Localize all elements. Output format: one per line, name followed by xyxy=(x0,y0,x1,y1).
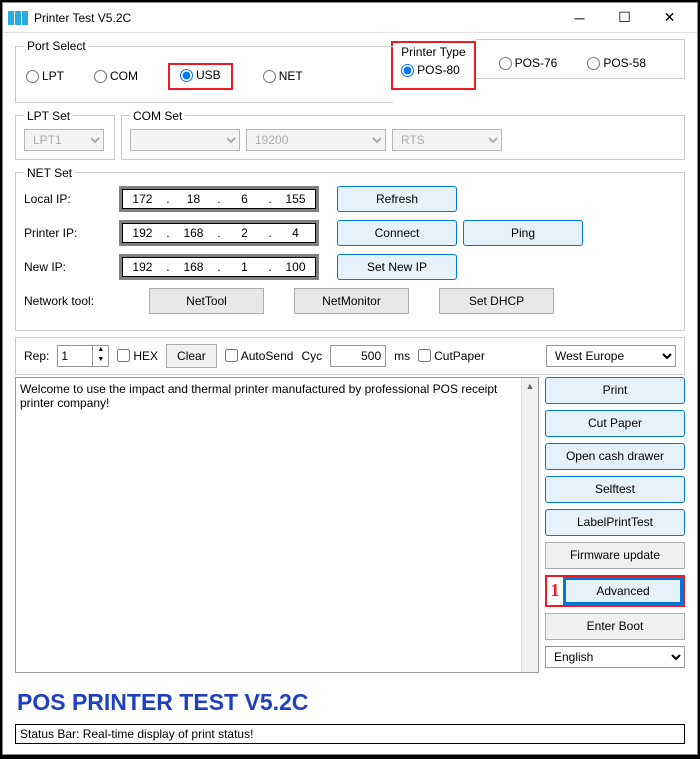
radio-net[interactable]: NET xyxy=(263,69,303,83)
selftest-button[interactable]: Selftest xyxy=(545,476,685,503)
local-ip-field[interactable]: 172.18.6.155 xyxy=(119,186,319,212)
cyc-label: Cyc xyxy=(301,349,322,363)
radio-pos80[interactable]: POS-80 xyxy=(401,63,460,77)
advanced-marker: 1 xyxy=(547,580,563,601)
scrollbar[interactable]: ▲ xyxy=(521,378,538,672)
app-icon xyxy=(8,11,28,25)
page-title: POS PRINTER TEST V5.2C xyxy=(17,689,685,716)
hex-checkbox[interactable]: HEX xyxy=(117,349,158,363)
ms-label: ms xyxy=(394,349,410,363)
com-baud-select: 19200 xyxy=(246,129,386,151)
rep-spinner[interactable]: ▲▼ xyxy=(57,345,109,367)
radio-lpt[interactable]: LPT xyxy=(26,69,64,83)
cutpaper-button[interactable]: Cut Paper xyxy=(545,410,685,437)
new-ip-field[interactable]: 192.168.1.100 xyxy=(119,254,319,280)
radio-pos76[interactable]: POS-76 xyxy=(499,56,558,70)
close-button[interactable]: ✕ xyxy=(647,4,692,32)
printer-ip-field[interactable]: 192.168.2.4 xyxy=(119,220,319,246)
maximize-button[interactable]: ☐ xyxy=(602,4,647,32)
enterboot-button[interactable]: Enter Boot xyxy=(545,613,685,640)
setnewip-button[interactable]: Set New IP xyxy=(337,254,457,280)
com-flow-select: RTS xyxy=(392,129,502,151)
radio-com[interactable]: COM xyxy=(94,69,138,83)
local-ip-label: Local IP: xyxy=(24,192,119,206)
printer-type-legend: Printer Type xyxy=(401,45,465,59)
com-port-select xyxy=(130,129,240,151)
print-button[interactable]: Print xyxy=(545,377,685,404)
language-select[interactable]: English xyxy=(545,646,685,668)
advanced-button[interactable]: Advanced xyxy=(563,577,683,605)
netmonitor-button[interactable]: NetMonitor xyxy=(294,288,409,314)
firmware-button[interactable]: Firmware update xyxy=(545,542,685,569)
drawer-button[interactable]: Open cash drawer xyxy=(545,443,685,470)
new-ip-label: New IP: xyxy=(24,260,119,274)
rep-label: Rep: xyxy=(24,349,49,363)
cutpaper-checkbox[interactable]: CutPaper xyxy=(418,349,485,363)
status-bar: Status Bar: Real-time display of print s… xyxy=(15,724,685,744)
port-select-legend: Port Select xyxy=(24,39,89,53)
text-input[interactable]: Welcome to use the impact and thermal pr… xyxy=(16,378,520,672)
com-set-legend: COM Set xyxy=(130,109,185,123)
labeltest-button[interactable]: LabelPrintTest xyxy=(545,509,685,536)
network-tool-label: Network tool: xyxy=(24,294,119,308)
encoding-select[interactable]: West Europe xyxy=(546,345,676,367)
radio-pos58[interactable]: POS-58 xyxy=(587,56,646,70)
autosend-checkbox[interactable]: AutoSend xyxy=(225,349,294,363)
ping-button[interactable]: Ping xyxy=(463,220,583,246)
nettool-button[interactable]: NetTool xyxy=(149,288,264,314)
clear-button[interactable]: Clear xyxy=(166,344,217,368)
lpt-set-legend: LPT Set xyxy=(24,109,73,123)
setdhcp-button[interactable]: Set DHCP xyxy=(439,288,554,314)
window-title: Printer Test V5.2C xyxy=(34,11,557,25)
titlebar: Printer Test V5.2C ─ ☐ ✕ xyxy=(3,3,697,33)
lpt-select: LPT1 xyxy=(24,129,104,151)
minimize-button[interactable]: ─ xyxy=(557,4,602,32)
printer-ip-label: Printer IP: xyxy=(24,226,119,240)
connect-button[interactable]: Connect xyxy=(337,220,457,246)
radio-usb[interactable]: USB xyxy=(180,68,221,82)
cyc-input[interactable] xyxy=(330,345,386,367)
net-set-legend: NET Set xyxy=(24,166,75,180)
refresh-button[interactable]: Refresh xyxy=(337,186,457,212)
